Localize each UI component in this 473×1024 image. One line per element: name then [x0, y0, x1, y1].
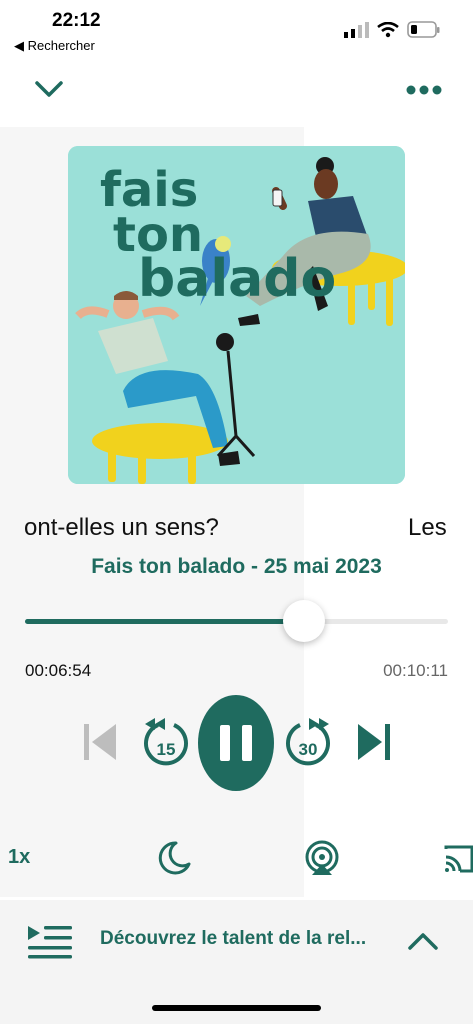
up-next-title[interactable]: Découvrez le talent de la rel...	[100, 928, 390, 950]
episode-title-marquee: ont-elles un sens?	[24, 514, 219, 541]
airplay-icon[interactable]	[304, 840, 340, 876]
skip-forward-30-button[interactable]: 30	[283, 717, 333, 769]
episode-title-marquee-next: Les	[408, 514, 447, 541]
status-time: 22:12	[52, 10, 101, 31]
skip-forward-label: 30	[299, 740, 318, 759]
progress-thumb[interactable]	[283, 600, 325, 642]
previous-track-icon[interactable]	[82, 722, 118, 762]
skip-back-label: 15	[157, 740, 176, 759]
wifi-icon	[377, 22, 399, 38]
podcast-artwork: fais ton balado	[68, 146, 405, 484]
queue-list-icon[interactable]	[26, 922, 74, 960]
next-track-icon[interactable]	[356, 722, 392, 762]
skip-back-15-button[interactable]: 15	[141, 717, 191, 769]
back-to-search-link[interactable]: ◀ Rechercher	[14, 38, 95, 54]
cast-icon[interactable]	[444, 843, 473, 875]
collapse-chevron-icon[interactable]	[34, 78, 64, 100]
cellular-signal-icon	[344, 22, 369, 38]
sleep-timer-moon-icon[interactable]	[156, 840, 192, 876]
playback-speed-button[interactable]: 1x	[8, 846, 30, 869]
expand-chevron-up-icon[interactable]	[407, 930, 439, 952]
progress-fill	[25, 619, 304, 624]
artwork-word-3: balado	[138, 249, 336, 309]
pause-icon	[220, 725, 252, 761]
remaining-time: 00:10:11	[383, 661, 448, 680]
podcast-name-date[interactable]: Fais ton balado - 25 mai 2023	[0, 555, 473, 579]
home-indicator	[152, 1005, 321, 1011]
pause-button[interactable]	[198, 695, 274, 791]
more-options-icon[interactable]	[406, 84, 442, 96]
battery-icon	[407, 21, 440, 38]
elapsed-time: 00:06:54	[25, 661, 92, 680]
